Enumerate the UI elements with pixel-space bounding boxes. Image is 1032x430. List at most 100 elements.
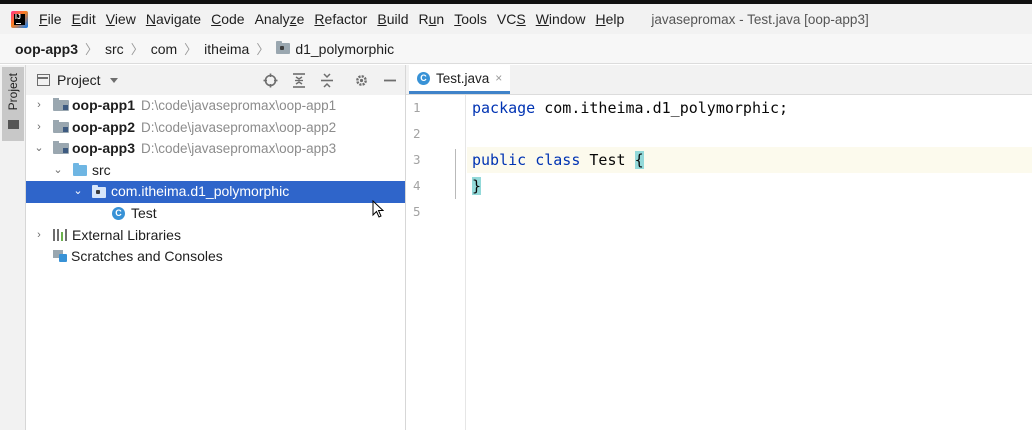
code-line-4[interactable]: } [467,173,1032,199]
tree-row-package[interactable]: ⌄ com.itheima.d1_polymorphic [26,181,405,203]
open-brace: { [634,151,644,169]
editor-tab-bar: C Test.java × [406,65,1032,95]
menu-help[interactable]: Help [591,11,630,27]
tree-item-label: src [92,161,111,178]
breadcrumb: oop-app3 〉 src 〉 com 〉 itheima 〉 d1_poly… [0,34,1032,64]
minimize-icon[interactable] [379,70,400,91]
tree-row-oop-app3[interactable]: ⌄ oop-app3 D:\code\javasepromax\oop-app3 [26,138,405,160]
class-name: Test [580,151,635,169]
chevron-right-icon: 〉 [256,42,270,57]
code-line-2[interactable] [467,121,1032,147]
menu-vcs[interactable]: VCS [492,11,531,27]
project-tool-tab-label: Project [6,73,20,111]
window-title: javasepromax - Test.java [oop-app3] [651,11,869,27]
line-number: 4 [413,178,421,193]
module-folder-icon [53,141,69,155]
folder-icon [8,120,19,129]
tree-item-path: D:\code\javasepromax\oop-app3 [141,141,337,157]
menu-edit[interactable]: Edit [67,11,101,27]
menu-view[interactable]: View [101,11,141,27]
expand-all-icon[interactable] [288,70,309,91]
chevron-down-icon[interactable]: ⌄ [53,160,63,182]
code-line-1[interactable]: package com.itheima.d1_polymorphic; [467,95,1032,121]
chevron-down-icon[interactable]: ⌄ [73,181,83,203]
menu-run[interactable]: Run [414,11,450,27]
editor-tab-test-java[interactable]: C Test.java × [409,65,511,94]
chevron-right-icon[interactable]: › [34,117,44,139]
breadcrumb-item-itheima[interactable]: itheima [204,41,249,57]
project-panel: Project › oop-app1 D:\code\javasepromax\… [26,65,406,430]
chevron-right-icon: 〉 [85,42,99,57]
tree-item-label: oop-app1 [72,97,135,113]
module-folder-icon [53,98,69,112]
menu-navigate[interactable]: Navigate [141,11,206,27]
breadcrumb-item-src[interactable]: src [105,41,124,57]
project-panel-header: Project [26,65,405,95]
module-folder-icon [53,119,69,133]
project-window-icon [37,74,50,86]
tree-item-label: oop-app3 [72,140,135,157]
tree-item-label: Scratches and Consoles [71,248,223,265]
tree-row-test-class[interactable]: C Test [26,203,405,225]
project-tree: › oop-app1 D:\code\javasepromax\oop-app1… [26,95,405,268]
tree-row-oop-app2[interactable]: › oop-app2 D:\code\javasepromax\oop-app2 [26,117,405,139]
package-name: com.itheima.d1_polymorphic; [535,99,789,117]
keyword-class: class [535,151,581,169]
java-class-icon: C [417,71,430,85]
tree-item-path: D:\code\javasepromax\oop-app2 [141,119,337,135]
scratches-icon [53,250,68,263]
collapse-all-icon[interactable] [316,70,337,91]
mouse-cursor-icon [372,200,384,218]
tree-item-label: com.itheima.d1_polymorphic [111,183,290,200]
tree-row-src[interactable]: ⌄ src [26,160,405,182]
chevron-down-icon[interactable] [109,77,118,83]
chevron-right-icon: 〉 [184,42,198,57]
editor-area: C Test.java × 1 2 3 4 5 package com.ithe… [406,65,1032,430]
chevron-right-icon[interactable]: › [34,95,44,117]
project-tool-tab[interactable]: Project [2,67,24,141]
tree-item-label: Test [131,204,157,221]
source-folder-icon [73,163,87,177]
line-number: 2 [413,126,421,141]
tree-item-path: D:\code\javasepromax\oop-app1 [141,98,337,113]
keyword-public: public [472,151,527,169]
package-icon [276,41,291,54]
close-brace: } [472,177,482,195]
menu-build[interactable]: Build [372,11,413,27]
line-number: 3 [413,152,421,167]
tree-row-external-libraries[interactable]: › External Libraries [26,225,405,247]
chevron-right-icon: 〉 [130,42,144,57]
package-icon [92,184,106,198]
menu-window[interactable]: Window [531,11,591,27]
locate-icon[interactable] [260,70,281,91]
editor-tab-label: Test.java [436,70,490,86]
menu-file[interactable]: File [34,11,67,27]
tree-item-label: oop-app2 [72,118,135,135]
fold-region-marker[interactable] [455,149,456,199]
project-view-selector[interactable]: Project [57,72,101,88]
line-number: 1 [413,100,421,115]
keyword-package: package [472,99,536,117]
java-class-icon: C [112,207,125,221]
tree-item-label: External Libraries [72,226,181,243]
chevron-right-icon[interactable]: › [34,225,44,247]
intellij-logo-icon: IJ [11,10,28,28]
breadcrumb-item-project[interactable]: oop-app3 [15,41,78,57]
menu-tools[interactable]: Tools [449,11,492,27]
editor-gutter: 1 2 3 4 5 [406,95,466,430]
code-line-3[interactable]: public class Test { [467,147,1032,173]
tree-row-oop-app1[interactable]: › oop-app1 D:\code\javasepromax\oop-app1 [26,95,405,117]
breadcrumb-item-package[interactable]: d1_polymorphic [295,41,394,57]
menu-code[interactable]: Code [206,11,249,27]
tree-row-scratches[interactable]: Scratches and Consoles [26,246,405,268]
menu-refactor[interactable]: Refactor [309,11,372,27]
line-number: 5 [413,204,421,219]
library-icon [53,229,69,242]
gear-icon[interactable] [351,70,372,91]
close-icon[interactable]: × [495,71,502,85]
menu-analyze[interactable]: Analyze [250,11,310,27]
chevron-down-icon[interactable]: ⌄ [34,138,44,160]
menu-bar: IJ File Edit View Navigate Code Analyze Refact… [0,4,1032,34]
breadcrumb-item-com[interactable]: com [151,41,177,57]
menu-items: File Edit View Navigate Code Analyze Refactor B… [34,11,629,27]
